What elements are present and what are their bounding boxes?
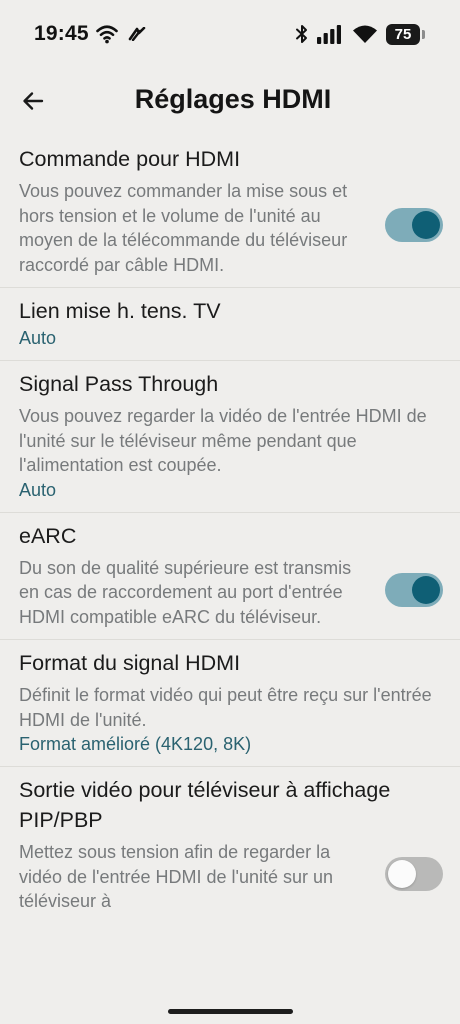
setting-earc[interactable]: eARC Du son de qualité supérieure est tr… [0,513,460,640]
status-time: 19:45 [34,22,89,45]
setting-description: Définit le format vidéo qui peut être re… [19,685,432,730]
header: Réglages HDMI [0,78,460,126]
hdmi-settings-screen: 19:45 75 Réglages HDMI Commande pour HDM… [0,0,460,1024]
hdmi-control-toggle[interactable] [385,208,443,242]
setting-pip-pbp-video-output[interactable]: Sortie vidéo pour téléviseur à affichage… [0,767,460,924]
setting-title: Format du signal HDMI [19,651,241,675]
status-bar: 19:45 75 [0,0,460,68]
page-title: Réglages HDMI [134,84,332,114]
setting-title: Lien mise h. tens. TV [19,299,221,323]
setting-title: Signal Pass Through [19,372,219,396]
wifi-icon [352,24,378,49]
setting-hdmi-control[interactable]: Commande pour HDMI Vous pouvez commander… [0,136,460,288]
setting-title: eARC [19,523,77,548]
wifi-icon [96,24,118,49]
setting-tv-power-link[interactable]: Lien mise h. tens. TV Auto [0,288,460,361]
setting-description: Mettez sous tension afin de regarder la … [19,842,334,911]
setting-description: Vous pouvez commander la mise sous et ho… [19,181,348,275]
setting-value: Format amélioré (4K120, 8K) [19,734,252,754]
setting-description: Du son de qualité supérieure est transmi… [19,557,352,627]
battery-icon: 75 [386,24,420,45]
scroll-fade [0,985,460,1024]
setting-title: Sortie vidéo pour téléviseur à affichage… [19,778,391,832]
bluetooth-icon [295,24,309,49]
pip-pbp-toggle[interactable] [385,857,443,891]
signal-icon [317,25,343,49]
toggle-knob [412,211,440,239]
setting-value: Auto [19,328,57,348]
toggle-knob [388,860,416,888]
earc-toggle[interactable] [385,572,443,607]
setting-signal-pass-through[interactable]: Signal Pass Through Vous pouvez regarder… [0,361,460,513]
settings-list: Commande pour HDMI Vous pouvez commander… [0,136,460,924]
setting-hdmi-signal-format[interactable]: Format du signal HDMI Définit le format … [0,640,460,767]
setting-description: Vous pouvez regarder la vidéo de l'entré… [19,406,427,475]
setting-title: Commande pour HDMI [19,147,241,171]
toggle-knob [412,575,440,604]
data-saver-icon [128,26,146,46]
setting-value: Auto [19,479,57,500]
battery-tip [422,30,425,39]
home-indicator[interactable] [168,1009,293,1014]
